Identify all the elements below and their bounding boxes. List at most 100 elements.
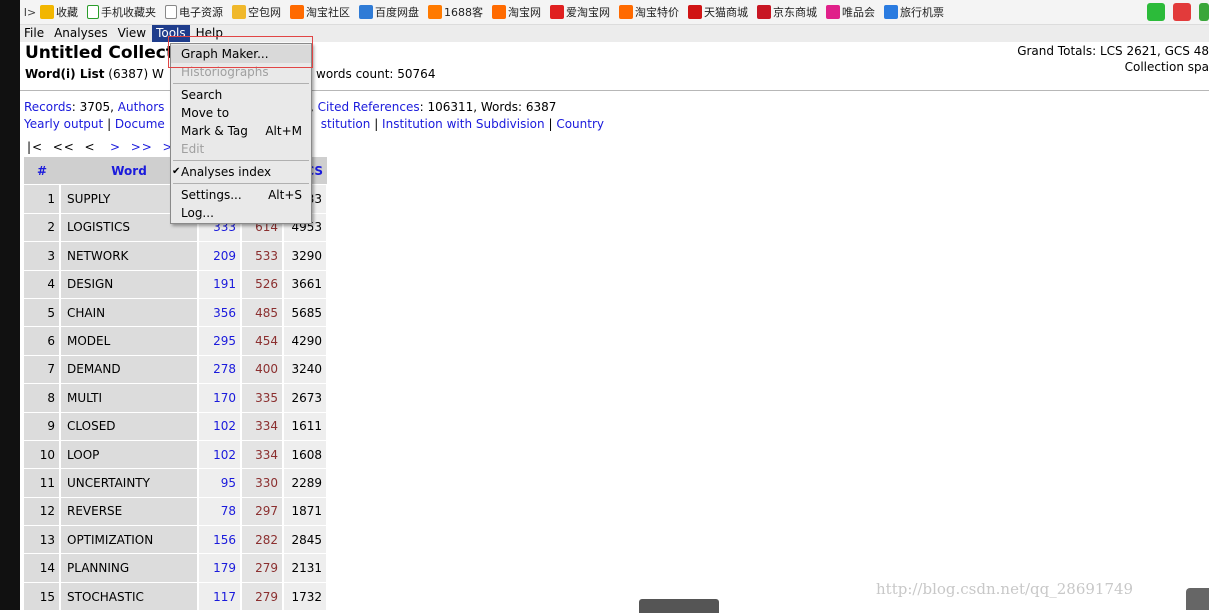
- cell-num: 4: [24, 270, 61, 299]
- authors-link[interactable]: Authors: [118, 100, 165, 114]
- table-row[interactable]: 3 NETWORK 209 533 3290: [24, 241, 328, 271]
- cell-a[interactable]: 170: [198, 383, 242, 413]
- tools-dropdown-menu: Graph Maker... Historiographs Search Mov…: [170, 43, 312, 224]
- table-row[interactable]: 10 LOOP 102 334 1608: [24, 440, 328, 470]
- wechat-icon[interactable]: [1147, 3, 1165, 21]
- bookmark-item[interactable]: 空包网: [232, 4, 281, 20]
- pager-prev[interactable]: <: [85, 140, 96, 154]
- country-link[interactable]: Country: [556, 117, 604, 131]
- pager-next-many[interactable]: >>: [131, 140, 153, 154]
- menu-help[interactable]: Help: [192, 25, 227, 42]
- cell-a[interactable]: 95: [198, 468, 242, 498]
- table-row[interactable]: 12 REVERSE 78 297 1871: [24, 497, 328, 527]
- cell-b[interactable]: 334: [241, 440, 284, 470]
- table-row[interactable]: 6 MODEL 295 454 4290: [24, 326, 328, 356]
- extension-icon[interactable]: [1199, 3, 1209, 21]
- pager-next[interactable]: >: [110, 140, 121, 154]
- table-row[interactable]: 7 DEMAND 278 400 3240: [24, 355, 328, 385]
- bookmark-item[interactable]: 百度网盘: [359, 4, 419, 20]
- cell-b[interactable]: 526: [241, 270, 284, 299]
- cell-c: 4290: [283, 326, 328, 356]
- cell-b[interactable]: 454: [241, 326, 284, 356]
- table-row[interactable]: 14 PLANNING 179 279 2131: [24, 553, 328, 583]
- menu-item-mark-tag[interactable]: Mark & Tag Alt+M: [171, 122, 311, 140]
- table-row[interactable]: 13 OPTIMIZATION 156 282 2845: [24, 525, 328, 555]
- cell-b[interactable]: 400: [241, 355, 284, 385]
- cell-b[interactable]: 330: [241, 468, 284, 498]
- cell-a[interactable]: 191: [198, 270, 242, 299]
- cell-a[interactable]: 356: [198, 298, 242, 328]
- cell-a[interactable]: 102: [198, 440, 242, 470]
- table-row[interactable]: 5 CHAIN 356 485 5685: [24, 298, 328, 328]
- table-row[interactable]: 15 STOCHASTIC 117 279 1732: [24, 582, 328, 612]
- cell-a[interactable]: 179: [198, 553, 242, 583]
- cell-a[interactable]: 278: [198, 355, 242, 385]
- bookmark-item[interactable]: 旅行机票: [884, 4, 944, 20]
- table-row[interactable]: 8 MULTI 170 335 2673: [24, 383, 328, 413]
- cell-a[interactable]: 78: [198, 497, 242, 527]
- cell-b[interactable]: 485: [241, 298, 284, 328]
- cell-b[interactable]: 335: [241, 383, 284, 413]
- cell-b[interactable]: 533: [241, 241, 284, 271]
- bookmark-item[interactable]: 淘宝网: [492, 4, 541, 20]
- table-row[interactable]: 4 DESIGN 191 526 3661: [24, 270, 328, 299]
- bookmark-item[interactable]: 天猫商城: [688, 4, 748, 20]
- cell-c: 3240: [283, 355, 328, 385]
- cell-b[interactable]: 282: [241, 525, 284, 555]
- bookmark-label: 淘宝社区: [306, 6, 350, 19]
- yearly-output-link[interactable]: Yearly output: [24, 117, 103, 131]
- records-link[interactable]: Records: [24, 100, 72, 114]
- menu-item-search[interactable]: Search: [171, 86, 311, 104]
- menu-item-graph-maker[interactable]: Graph Maker...: [171, 45, 311, 63]
- menu-item-move-to[interactable]: Move to: [171, 104, 311, 122]
- cell-a[interactable]: 295: [198, 326, 242, 356]
- table-row[interactable]: 11 UNCERTAINTY 95 330 2289: [24, 468, 328, 498]
- col-num-header[interactable]: #: [24, 157, 60, 186]
- cell-word: LOOP: [60, 440, 199, 470]
- cell-c: 3661: [283, 270, 328, 299]
- taobao-icon: [619, 5, 633, 19]
- bookmark-item[interactable]: 淘宝社区: [290, 4, 350, 20]
- cell-b[interactable]: 279: [241, 553, 284, 583]
- cell-num: 12: [24, 497, 61, 527]
- pager-first[interactable]: |<: [27, 140, 43, 154]
- cell-a[interactable]: 156: [198, 525, 242, 555]
- bookmark-item[interactable]: 1688客: [428, 4, 483, 20]
- cell-b[interactable]: 297: [241, 497, 284, 527]
- menu-file[interactable]: File: [20, 25, 48, 42]
- bookmark-label: 电子资源: [179, 6, 223, 19]
- table-row[interactable]: 9 CLOSED 102 334 1611: [24, 412, 328, 441]
- bookmark-item[interactable]: 手机收藏夹: [87, 4, 156, 20]
- bookmark-item[interactable]: 收藏: [40, 4, 78, 20]
- document-link[interactable]: Docume: [115, 117, 165, 131]
- bookmark-item[interactable]: 京东商城: [757, 4, 817, 20]
- expand-sidebar-icon[interactable]: I>: [20, 6, 40, 19]
- menu-item-edit: Edit: [181, 142, 205, 156]
- bookmark-label: 淘宝特价: [635, 6, 679, 19]
- profile-icon[interactable]: [1173, 3, 1191, 21]
- pager-prev-many[interactable]: <<: [53, 140, 75, 154]
- menu-item-log[interactable]: Log...: [171, 204, 311, 222]
- menu-item-settings[interactable]: Settings... Alt+S: [171, 186, 311, 204]
- bookmark-item[interactable]: 淘宝特价: [619, 4, 679, 20]
- institution-subdivision-link[interactable]: Institution with Subdivision: [382, 117, 545, 131]
- menu-item-analyses-index[interactable]: ✔ Analyses index: [171, 163, 311, 181]
- corner-button[interactable]: [1186, 588, 1209, 610]
- bookmark-item[interactable]: 电子资源: [165, 4, 223, 20]
- cell-a[interactable]: 209: [198, 241, 242, 271]
- cell-a[interactable]: 117: [198, 582, 242, 612]
- bookmark-item[interactable]: 唯品会: [826, 4, 875, 20]
- cell-b[interactable]: 279: [241, 582, 284, 612]
- cell-b[interactable]: 334: [241, 412, 284, 441]
- bookmark-item[interactable]: 爱淘宝网: [550, 4, 610, 20]
- institution-link[interactable]: stitution: [321, 117, 371, 131]
- cell-c: 2673: [283, 383, 328, 413]
- menu-view[interactable]: View: [114, 25, 150, 42]
- cell-num: 6: [24, 326, 61, 356]
- menu-analyses[interactable]: Analyses: [50, 25, 112, 42]
- cited-references-link[interactable]: Cited References: [318, 100, 420, 114]
- cell-word: DEMAND: [60, 355, 199, 385]
- menu-tools[interactable]: Tools: [152, 25, 190, 42]
- bottom-page-indicator[interactable]: [639, 599, 719, 613]
- cell-a[interactable]: 102: [198, 412, 242, 441]
